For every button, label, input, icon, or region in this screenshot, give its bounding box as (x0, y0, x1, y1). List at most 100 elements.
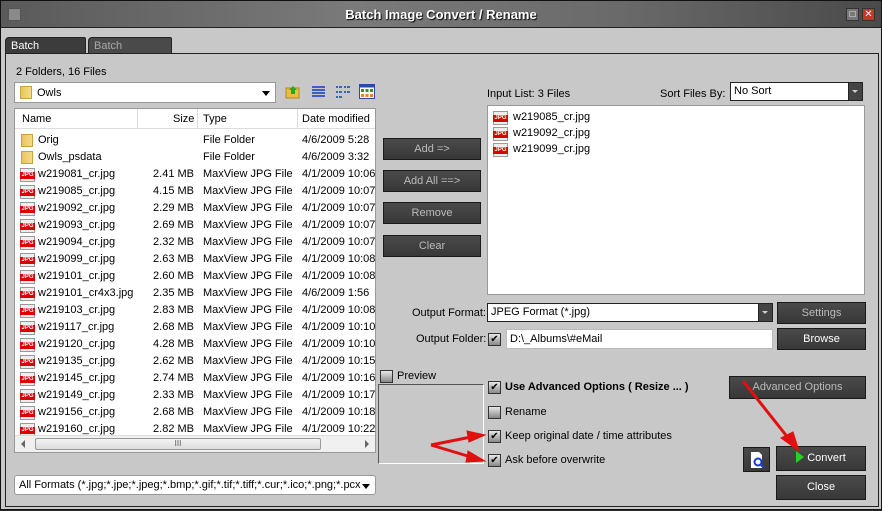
output-folder-input[interactable]: D:\_Albums\#eMail (506, 329, 773, 349)
file-row[interactable]: w219120_cr.jpg 4.28 MB MaxView JPG File 4/1… (15, 336, 375, 353)
keep-date-checkbox[interactable]: ✔ (488, 430, 501, 443)
input-list-item[interactable]: w219085_cr.jpg (488, 109, 864, 126)
file-type: MaxView JPG File (203, 423, 293, 435)
file-row[interactable]: Owls_psdata File Folder 4/6/2009 3:32 (15, 149, 375, 166)
file-name: w219103_cr.jpg (38, 304, 116, 316)
scrollbar-thumb[interactable]: III (35, 438, 321, 450)
input-list-item[interactable]: w219099_cr.jpg (488, 141, 864, 158)
folder-dropdown[interactable]: Owls (14, 82, 276, 103)
file-row[interactable]: w219117_cr.jpg 2.68 MB MaxView JPG File 4/1… (15, 319, 375, 336)
file-size: 2.41 MB (153, 168, 194, 180)
remove-button[interactable]: Remove (383, 202, 481, 224)
file-name: w219081_cr.jpg (38, 168, 116, 180)
file-row[interactable]: w219149_cr.jpg 2.33 MB MaxView JPG File 4/1… (15, 387, 375, 404)
chevron-down-icon[interactable] (848, 82, 863, 101)
file-date: 4/6/2009 1:56 (302, 287, 370, 299)
settings-button[interactable]: Settings (777, 302, 866, 324)
file-date: 4/1/2009 10:07 (302, 185, 376, 197)
file-type: MaxView JPG File (203, 372, 293, 384)
advanced-options-button[interactable]: Advanced Options (729, 376, 866, 399)
file-row[interactable]: Orig File Folder 4/6/2009 5:28 (15, 132, 375, 149)
file-list-header: Name Size Type Date modified (15, 109, 375, 129)
clear-button[interactable]: Clear (383, 235, 481, 257)
folder-file-count: 2 Folders, 16 Files (16, 66, 107, 78)
tab-batch-rename[interactable]: Batch Rename (88, 37, 172, 64)
file-name: w219149_cr.jpg (38, 389, 116, 401)
title-bar[interactable]: Batch Image Convert / Rename □ ✕ (1, 1, 881, 28)
scroll-left-icon[interactable] (21, 440, 25, 448)
chevron-down-icon (262, 91, 270, 96)
add-button[interactable]: Add => (383, 138, 481, 160)
file-size: 2.35 MB (153, 287, 194, 299)
preview-label: Preview (397, 370, 437, 382)
file-row[interactable]: w219093_cr.jpg 2.69 MB MaxView JPG File 4/1… (15, 217, 375, 234)
file-type: MaxView JPG File (203, 185, 293, 197)
file-type: MaxView JPG File (203, 253, 293, 265)
input-file-list[interactable]: w219085_cr.jpg w219092_cr.jpg w219099_cr.j… (487, 105, 865, 295)
format-filter-dropdown[interactable]: All Formats (*.jpg;*.jpe;*.jpeg;*.bmp;*.… (14, 475, 376, 495)
preview-document-icon (750, 452, 765, 469)
file-date: 4/1/2009 10:10 (302, 321, 376, 333)
output-folder-checkbox[interactable]: ✔ (488, 333, 501, 346)
file-row[interactable]: w219103_cr.jpg 2.83 MB MaxView JPG File 4/1… (15, 302, 375, 319)
file-row[interactable]: w219085_cr.jpg 4.15 MB MaxView JPG File 4/1… (15, 183, 375, 200)
jpg-file-icon (493, 127, 508, 141)
file-name: w219101_cr4x3.jpg (38, 287, 134, 299)
browse-button[interactable]: Browse (777, 328, 866, 350)
sort-dropdown[interactable]: No Sort (730, 82, 863, 101)
folder-up-icon[interactable] (285, 84, 301, 99)
scroll-right-icon[interactable] (365, 440, 369, 448)
file-size: 4.28 MB (153, 338, 194, 350)
output-format-dropdown[interactable]: JPEG Format (*.jpg) (487, 303, 773, 322)
file-row[interactable]: w219145_cr.jpg 2.74 MB MaxView JPG File 4/1… (15, 370, 375, 387)
file-name: w219145_cr.jpg (38, 372, 116, 384)
file-date: 4/1/2009 10:07 (302, 236, 376, 248)
file-row[interactable]: w219081_cr.jpg 2.41 MB MaxView JPG File 4/1… (15, 166, 375, 183)
file-row[interactable]: w219099_cr.jpg 2.63 MB MaxView JPG File 4/1… (15, 251, 375, 268)
file-type: MaxView JPG File (203, 270, 293, 282)
preview-checkbox[interactable] (380, 370, 393, 383)
folder-icon (21, 151, 33, 164)
file-size: 2.68 MB (153, 406, 194, 418)
file-browser-list[interactable]: Name Size Type Date modified Orig File Fo… (14, 108, 376, 453)
file-type: File Folder (203, 151, 255, 163)
list-view-icon[interactable] (335, 85, 350, 99)
file-type: MaxView JPG File (203, 219, 293, 231)
file-row[interactable]: w219101_cr4x3.jpg 2.35 MB MaxView JPG File… (15, 285, 375, 302)
file-name: w219093_cr.jpg (38, 219, 116, 231)
file-row[interactable]: w219156_cr.jpg 2.68 MB MaxView JPG File 4/1… (15, 404, 375, 421)
jpg-file-icon (493, 143, 508, 157)
jpg-file-icon (20, 236, 35, 250)
column-header-type[interactable]: Type (203, 113, 227, 125)
file-size: 2.68 MB (153, 321, 194, 333)
play-icon (796, 451, 805, 463)
column-header-name[interactable]: Name (22, 113, 51, 125)
use-advanced-options-checkbox[interactable]: ✔ (488, 381, 501, 394)
column-header-date[interactable]: Date modified (302, 113, 370, 125)
chevron-down-icon[interactable] (758, 303, 773, 322)
jpg-file-icon (20, 185, 35, 199)
file-row[interactable]: w219094_cr.jpg 2.32 MB MaxView JPG File 4/1… (15, 234, 375, 251)
details-view-icon[interactable] (311, 85, 326, 99)
file-size: 2.32 MB (153, 236, 194, 248)
maximize-icon[interactable]: □ (846, 8, 859, 21)
file-row[interactable]: w219092_cr.jpg 2.29 MB MaxView JPG File 4/1… (15, 200, 375, 217)
add-all-button[interactable]: Add All ==> (383, 170, 481, 192)
input-list-item[interactable]: w219092_cr.jpg (488, 125, 864, 142)
thumbnails-view-icon[interactable] (359, 84, 375, 99)
file-date: 4/1/2009 10:17 (302, 389, 376, 401)
ask-overwrite-checkbox[interactable]: ✔ (488, 454, 501, 467)
tab-batch-convert[interactable]: Batch Convert (5, 37, 86, 64)
format-filter-value: All Formats (*.jpg;*.jpe;*.jpeg;*.bmp;*.… (19, 479, 361, 491)
rename-checkbox[interactable] (488, 406, 501, 419)
file-name: Owls_psdata (38, 151, 102, 163)
preview-document-button[interactable] (743, 447, 770, 472)
close-icon[interactable]: ✕ (862, 8, 875, 21)
horizontal-scrollbar[interactable]: III (15, 435, 375, 452)
close-button[interactable]: Close (776, 475, 866, 500)
file-date: 4/6/2009 5:28 (302, 134, 370, 146)
column-header-size[interactable]: Size (173, 113, 194, 125)
file-row[interactable]: w219135_cr.jpg 2.62 MB MaxView JPG File 4/1… (15, 353, 375, 370)
file-row[interactable]: w219101_cr.jpg 2.60 MB MaxView JPG File 4/1… (15, 268, 375, 285)
convert-button[interactable]: Convert (776, 446, 866, 471)
